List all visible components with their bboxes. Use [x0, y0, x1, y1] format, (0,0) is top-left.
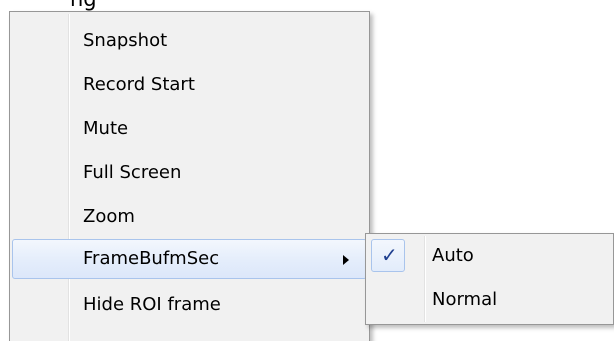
- submenu-item-auto[interactable]: ✓ Auto: [368, 236, 614, 276]
- menu-item-record-start[interactable]: Record Start: [12, 65, 367, 105]
- check-highlight: ✓: [371, 239, 405, 272]
- chevron-right-icon: [343, 255, 349, 265]
- menu-item-label: Record Start: [83, 74, 195, 95]
- menu-item-full-screen[interactable]: Full Screen: [12, 153, 367, 193]
- menu-item-hide-roi-frame[interactable]: Hide ROI frame: [12, 285, 367, 325]
- screen: ng Snapshot Record Start Mute Full Scree…: [0, 0, 614, 341]
- submenu-item-label: Normal: [432, 289, 498, 310]
- menu-item-zoom[interactable]: Zoom: [12, 197, 367, 237]
- submenu-item-label: Auto: [432, 245, 474, 266]
- menu-item-label: Hide ROI frame: [83, 294, 221, 315]
- context-menu: Snapshot Record Start Mute Full Screen Z…: [9, 11, 370, 341]
- partial-text: ng: [70, 0, 97, 11]
- menu-item-framebufmsec[interactable]: FrameBufmSec: [12, 239, 367, 279]
- menu-item-mute[interactable]: Mute: [12, 109, 367, 149]
- menu-item-label: Full Screen: [83, 162, 182, 183]
- menu-item-label: Zoom: [83, 206, 135, 227]
- menu-item-snapshot[interactable]: Snapshot: [12, 21, 367, 61]
- menu-item-label: Mute: [83, 118, 129, 139]
- checkmark-icon: ✓: [381, 243, 398, 267]
- framebufmsec-submenu: ✓ Auto Normal: [365, 233, 614, 325]
- menu-item-label: Snapshot: [83, 30, 168, 51]
- submenu-item-normal[interactable]: Normal: [368, 280, 614, 320]
- menu-item-label: FrameBufmSec: [83, 248, 220, 269]
